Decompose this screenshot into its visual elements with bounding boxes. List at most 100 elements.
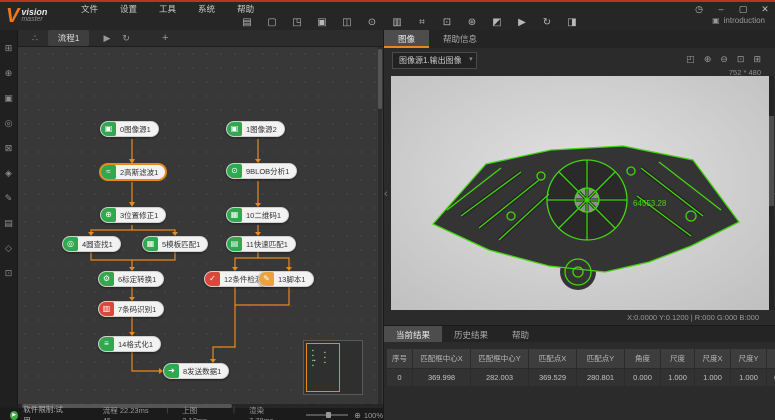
module-icon: ◎ bbox=[63, 237, 78, 251]
node-label: 1图像源2 bbox=[242, 124, 284, 135]
add-flow-button[interactable]: + bbox=[162, 32, 168, 44]
table-row[interactable]: 0369.998282.003369.529280.8010.0001.0001… bbox=[387, 369, 775, 387]
global-variable-icon[interactable]: ⊛ bbox=[465, 16, 479, 29]
image-window-icon[interactable]: ▣ bbox=[2, 92, 16, 105]
logo-v-icon: V bbox=[6, 6, 19, 26]
panel-collapse-left-icon[interactable]: ‹ bbox=[384, 188, 388, 200]
flow-run-once-icon[interactable]: ▶ bbox=[103, 33, 110, 44]
flow-tab[interactable]: 流程1 bbox=[48, 30, 90, 46]
window-controls: ◷–▢ ✕ bbox=[693, 3, 771, 15]
image-viewer[interactable]: 64553.28 bbox=[391, 76, 769, 310]
measure-icon[interactable]: ⊠ bbox=[2, 142, 16, 155]
flow-node-0[interactable]: ▣0图像源1 bbox=[100, 121, 159, 137]
run-window-icon[interactable]: ◨ bbox=[565, 16, 579, 29]
menu-item-3[interactable]: 系统 bbox=[195, 3, 218, 15]
flow-node-7[interactable]: ≡14格式化1 bbox=[98, 336, 161, 352]
actual-size-icon[interactable]: ⊡ bbox=[737, 54, 745, 65]
profile-area[interactable]: ▣ introduction bbox=[712, 16, 765, 25]
zoom-in-icon[interactable]: ⊕ bbox=[704, 54, 712, 65]
viewer-tab-1[interactable]: 帮助信息 bbox=[429, 30, 491, 48]
flow-node-14[interactable]: ✎13脚本1 bbox=[258, 271, 314, 287]
result-tab-0[interactable]: 当前结果 bbox=[384, 326, 442, 342]
node-label: 5模板匹配1 bbox=[158, 239, 207, 250]
viewer-tabs: 图像帮助信息 bbox=[384, 30, 775, 48]
camera-icon[interactable]: ⊙ bbox=[365, 16, 379, 29]
viewer-tab-0[interactable]: 图像 bbox=[384, 30, 429, 48]
run-once-icon[interactable]: ▶ bbox=[515, 16, 529, 29]
split-view-icon[interactable]: ▥ bbox=[390, 16, 404, 29]
logo-line1: vision bbox=[21, 8, 47, 16]
zoom-out-icon[interactable]: ⊖ bbox=[720, 54, 728, 65]
app-logo: V vision master bbox=[6, 3, 72, 29]
image-source-icon[interactable]: ▣ bbox=[315, 16, 329, 29]
result-tab-2[interactable]: 帮助 bbox=[500, 326, 541, 342]
module-icon: ▥ bbox=[99, 302, 114, 316]
node-label: 6标定转换1 bbox=[114, 274, 163, 285]
status-metric-1: 上图 3.12ms bbox=[182, 405, 219, 420]
fullscreen-icon[interactable]: ⊞ bbox=[753, 54, 761, 65]
viewer-vscrollbar[interactable] bbox=[769, 76, 774, 310]
flow-node-11[interactable]: ▦10二维码1 bbox=[226, 207, 289, 223]
zoom-slider[interactable] bbox=[306, 414, 348, 416]
table-cell: 0.996 bbox=[767, 369, 775, 387]
node-label: 13脚本1 bbox=[274, 274, 313, 285]
image-view-icon[interactable]: ◩ bbox=[490, 16, 504, 29]
table-header-3: 匹配点X bbox=[529, 349, 577, 369]
restore-icon[interactable]: ▢ bbox=[737, 4, 749, 15]
pixel-coordinate-readout: X:0.0000 Y:0.1200 | R:000 G:000 B:000 bbox=[627, 313, 759, 322]
metric-separator: | bbox=[166, 405, 168, 420]
flow-vscrollbar[interactable] bbox=[378, 47, 382, 404]
fit-view-icon[interactable]: ◰ bbox=[686, 54, 695, 65]
table-cell: 1.000 bbox=[731, 369, 767, 387]
module-icon: ▦ bbox=[143, 237, 158, 251]
list-icon[interactable]: ▤ bbox=[2, 217, 16, 230]
module-icon: ≡ bbox=[99, 337, 114, 351]
table-cell: 282.003 bbox=[471, 369, 529, 387]
module-icon: ≈ bbox=[101, 165, 116, 179]
mode-label: 软件限制:试用 bbox=[23, 404, 66, 420]
result-tab-1[interactable]: 历史结果 bbox=[442, 326, 500, 342]
shape-icon[interactable]: ◇ bbox=[2, 242, 16, 255]
keyboard-icon[interactable]: ⌗ bbox=[415, 16, 429, 29]
flow-node-6[interactable]: ▥7条码识别1 bbox=[98, 301, 164, 317]
table-header-8: 尺度Y bbox=[731, 349, 767, 369]
run-loop-icon[interactable]: ↻ bbox=[540, 16, 554, 29]
flow-node-10[interactable]: ⊙9BLOB分析1 bbox=[226, 163, 297, 179]
close-icon[interactable]: ✕ bbox=[759, 4, 771, 15]
clock-icon[interactable]: ◷ bbox=[693, 4, 705, 15]
save-icon[interactable]: ▤ bbox=[240, 16, 254, 29]
node-label: 2高斯滤波1 bbox=[116, 167, 165, 178]
flow-node-8[interactable]: ➔8发送数据1 bbox=[163, 363, 229, 379]
open-icon[interactable]: ▢ bbox=[265, 16, 279, 29]
flow-minimap[interactable]: ▪▪▪▪▪ ▪▪▪ bbox=[303, 340, 363, 395]
image-source-selector[interactable]: 图像源1.输出图像 bbox=[392, 52, 477, 69]
flow-canvas[interactable]: ▪▪▪▪▪ ▪▪▪ ▣0图像源1 ≈2高斯滤波1 ⊕3位置修正1 ◎4圆查找1 ▦5模板… bbox=[18, 47, 383, 404]
target-icon[interactable]: ◎ bbox=[2, 117, 16, 130]
flow-node-12[interactable]: ▤11快速匹配1 bbox=[226, 236, 296, 252]
flow-node-9[interactable]: ▣1图像源2 bbox=[226, 121, 285, 137]
node-label: 9BLOB分析1 bbox=[242, 166, 296, 177]
table-header-6: 尺度 bbox=[661, 349, 695, 369]
menu-item-0[interactable]: 文件 bbox=[78, 3, 101, 15]
menu-item-2[interactable]: 工具 bbox=[156, 3, 179, 15]
metric-separator: | bbox=[233, 405, 235, 420]
table-header-9: 分数 bbox=[767, 349, 775, 369]
add-module-icon[interactable]: ⊕ bbox=[2, 67, 16, 80]
menu-item-4[interactable]: 帮助 bbox=[234, 3, 257, 15]
contour-icon[interactable]: ◈ bbox=[2, 167, 16, 180]
flow-node-2[interactable]: ⊕3位置修正1 bbox=[100, 207, 166, 223]
toolbox-icon[interactable]: ⊞ bbox=[2, 42, 16, 55]
menu-bar: 文件 设置 工具 系统 帮助 bbox=[78, 3, 257, 15]
flow-node-3[interactable]: ◎4圆查找1 bbox=[62, 236, 121, 252]
system-icon[interactable]: ⊡ bbox=[2, 267, 16, 280]
save-as-icon[interactable]: ◳ bbox=[290, 16, 304, 29]
flow-run-loop-icon[interactable]: ↻ bbox=[122, 33, 130, 44]
menu-item-1[interactable]: 设置 bbox=[117, 3, 140, 15]
flow-node-4[interactable]: ▦5模板匹配1 bbox=[142, 236, 208, 252]
flow-node-5[interactable]: ⚙6标定转换1 bbox=[98, 271, 164, 287]
window-layout-icon[interactable]: ◫ bbox=[340, 16, 354, 29]
annotate-icon[interactable]: ✎ bbox=[2, 192, 16, 205]
flow-node-1[interactable]: ≈2高斯滤波1 bbox=[100, 164, 166, 180]
tag-icon[interactable]: ⊡ bbox=[440, 16, 454, 29]
minimize-icon[interactable]: – bbox=[715, 4, 727, 14]
